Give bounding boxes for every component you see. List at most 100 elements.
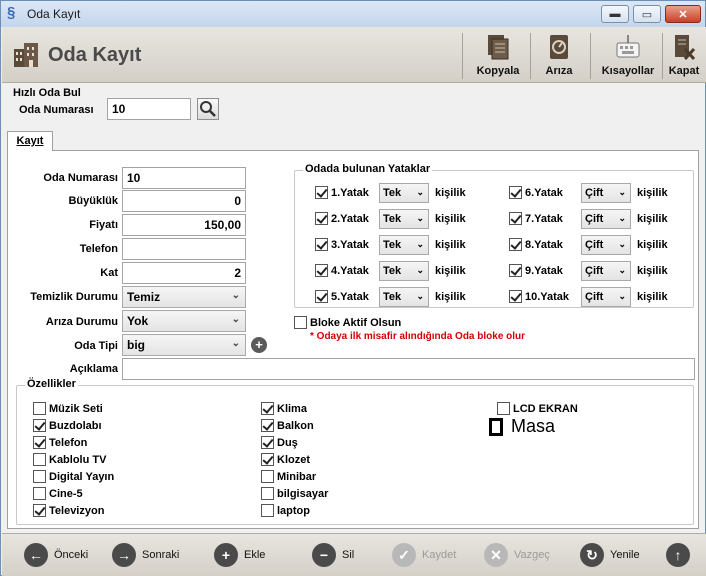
checkbox-box bbox=[315, 238, 328, 251]
refresh-icon: ↻ bbox=[580, 543, 604, 567]
close-icon: ✕ bbox=[678, 8, 688, 21]
size-input[interactable]: 0 bbox=[122, 190, 246, 212]
feature-checkbox[interactable]: Klima bbox=[261, 402, 307, 415]
close-form-button[interactable]: Kapat bbox=[664, 27, 704, 83]
bed-label: 9.Yatak bbox=[525, 264, 563, 277]
save-button[interactable]: ✓ Kaydet bbox=[392, 542, 456, 568]
close-button[interactable]: ✕ bbox=[665, 5, 701, 23]
bed-unit-label: kişilik bbox=[435, 239, 466, 251]
room-number-input[interactable]: 10 bbox=[122, 167, 246, 189]
refresh-label: Yenile bbox=[610, 549, 640, 561]
bed-type-value: Tek bbox=[383, 239, 402, 251]
bed-type-select[interactable]: Tek ⌄ bbox=[379, 261, 429, 281]
bed-type-value: Tek bbox=[383, 213, 402, 225]
price-input[interactable]: 150,00 bbox=[122, 214, 246, 236]
bed-type-select[interactable]: Tek ⌄ bbox=[379, 235, 429, 255]
fault-button[interactable]: Arıza bbox=[536, 27, 582, 83]
feature-checkbox[interactable]: laptop bbox=[261, 504, 310, 517]
checkbox-box bbox=[33, 453, 46, 466]
feature-checkbox[interactable]: Müzik Seti bbox=[33, 402, 103, 415]
bed-label: 6.Yatak bbox=[525, 186, 563, 199]
cancel-button[interactable]: ✕ Vazgeç bbox=[484, 542, 550, 568]
bed-checkbox[interactable]: 6.Yatak bbox=[509, 186, 563, 199]
feature-checkbox[interactable]: Klozet bbox=[261, 453, 310, 466]
maximize-button[interactable]: ▭ bbox=[633, 5, 661, 23]
beds-group-title: Odada bulunan Yataklar bbox=[303, 163, 433, 175]
phone-label: Telefon bbox=[79, 243, 118, 255]
keyboard-icon bbox=[616, 35, 640, 58]
fault-label: Arıza bbox=[545, 65, 573, 77]
fault-status-label: Arıza Durumu bbox=[45, 316, 118, 328]
refresh-button[interactable]: ↻ Yenile bbox=[580, 542, 640, 568]
feature-checkbox[interactable]: Cine-5 bbox=[33, 487, 83, 500]
bed-checkbox[interactable]: 5.Yatak bbox=[315, 290, 369, 303]
feature-checkbox[interactable]: LCD EKRAN bbox=[497, 402, 578, 415]
floor-input[interactable]: 2 bbox=[122, 262, 246, 284]
fault-icon bbox=[550, 35, 568, 59]
bed-type-select[interactable]: Tek ⌄ bbox=[379, 287, 429, 307]
bed-checkbox[interactable]: 9.Yatak bbox=[509, 264, 563, 277]
bed-checkbox[interactable]: 2.Yatak bbox=[315, 212, 369, 225]
search-icon bbox=[200, 101, 216, 117]
feature-checkbox[interactable]: Balkon bbox=[261, 419, 314, 432]
bed-checkbox[interactable]: 7.Yatak bbox=[509, 212, 563, 225]
feature-checkbox[interactable]: Minibar bbox=[261, 470, 316, 483]
add-button[interactable]: + Ekle bbox=[214, 542, 265, 568]
checkbox-box bbox=[261, 419, 274, 432]
masa-square-icon bbox=[489, 417, 503, 436]
bed-type-select[interactable]: Tek ⌄ bbox=[379, 209, 429, 229]
arrow-left-icon: ← bbox=[24, 543, 48, 567]
feature-checkbox[interactable]: Telefon bbox=[33, 436, 87, 449]
feature-checkbox[interactable]: Duş bbox=[261, 436, 298, 449]
bed-checkbox[interactable]: 3.Yatak bbox=[315, 238, 369, 251]
checkbox-box bbox=[261, 504, 274, 517]
delete-button[interactable]: − Sil bbox=[312, 542, 354, 568]
bed-unit-label: kişilik bbox=[637, 187, 668, 199]
page-title: Oda Kayıt bbox=[48, 44, 142, 66]
masa-label: Masa bbox=[511, 416, 556, 436]
shortcuts-button[interactable]: Kısayollar bbox=[596, 27, 660, 83]
chevron-down-icon: ⌄ bbox=[231, 314, 240, 325]
bed-checkbox[interactable]: 8.Yatak bbox=[509, 238, 563, 251]
bed-type-value: Tek bbox=[383, 265, 402, 277]
quick-search-title: Hızlı Oda Bul bbox=[13, 87, 81, 99]
bed-type-select[interactable]: Çift ⌄ bbox=[581, 235, 631, 255]
quick-search-button[interactable] bbox=[197, 98, 219, 120]
quick-room-number-input[interactable]: 10 bbox=[107, 98, 191, 120]
bed-type-select[interactable]: Çift ⌄ bbox=[581, 287, 631, 307]
block-active-checkbox[interactable]: Bloke Aktif Olsun bbox=[294, 316, 401, 329]
bed-type-value: Tek bbox=[383, 187, 402, 199]
feature-label: Cine-5 bbox=[49, 487, 83, 500]
bed-type-select[interactable]: Çift ⌄ bbox=[581, 261, 631, 281]
bed-type-select[interactable]: Çift ⌄ bbox=[581, 183, 631, 203]
tab-kayit[interactable]: Kayıt bbox=[7, 131, 53, 152]
bed-type-select[interactable]: Tek ⌄ bbox=[379, 183, 429, 203]
bed-label: 10.Yatak bbox=[525, 290, 570, 303]
next-button[interactable]: → Sonraki bbox=[112, 542, 179, 568]
phone-input[interactable] bbox=[122, 238, 246, 260]
fault-status-select[interactable]: Yok ⌄ bbox=[122, 310, 246, 332]
bed-type-select[interactable]: Çift ⌄ bbox=[581, 209, 631, 229]
feature-checkbox[interactable]: Buzdolabı bbox=[33, 419, 102, 432]
feature-checkbox[interactable]: bilgisayar bbox=[261, 487, 328, 500]
feature-checkbox[interactable]: Kablolu TV bbox=[33, 453, 106, 466]
cleaning-status-select[interactable]: Temiz ⌄ bbox=[122, 286, 246, 308]
bed-checkbox[interactable]: 4.Yatak bbox=[315, 264, 369, 277]
record-panel: Oda Numarası 10 Büyüklük 0 Fiyatı 150,00… bbox=[7, 151, 699, 529]
scroll-top-button[interactable]: ↑ bbox=[666, 542, 696, 568]
add-room-type-button[interactable]: + bbox=[251, 337, 267, 353]
room-type-select[interactable]: big ⌄ bbox=[122, 334, 246, 356]
chevron-down-icon: ⌄ bbox=[231, 338, 240, 349]
checkbox-box bbox=[315, 212, 328, 225]
bed-checkbox[interactable]: 1.Yatak bbox=[315, 186, 369, 199]
previous-button[interactable]: ← Önceki bbox=[24, 542, 88, 568]
feature-checkbox[interactable]: Televizyon bbox=[33, 504, 104, 517]
masa-item: Masa bbox=[489, 416, 555, 437]
feature-checkbox[interactable]: Digital Yayın bbox=[33, 470, 114, 483]
footer-bar: ← Önceki → Sonraki + Ekle − Sil ✓ Kaydet ✕ Vaz… bbox=[2, 533, 706, 576]
bed-checkbox[interactable]: 10.Yatak bbox=[509, 290, 569, 303]
bed-unit-label: kişilik bbox=[435, 187, 466, 199]
copy-button[interactable]: Kopyala bbox=[470, 27, 526, 83]
minimize-button[interactable]: ▬ bbox=[601, 5, 629, 23]
description-input[interactable] bbox=[122, 358, 695, 380]
